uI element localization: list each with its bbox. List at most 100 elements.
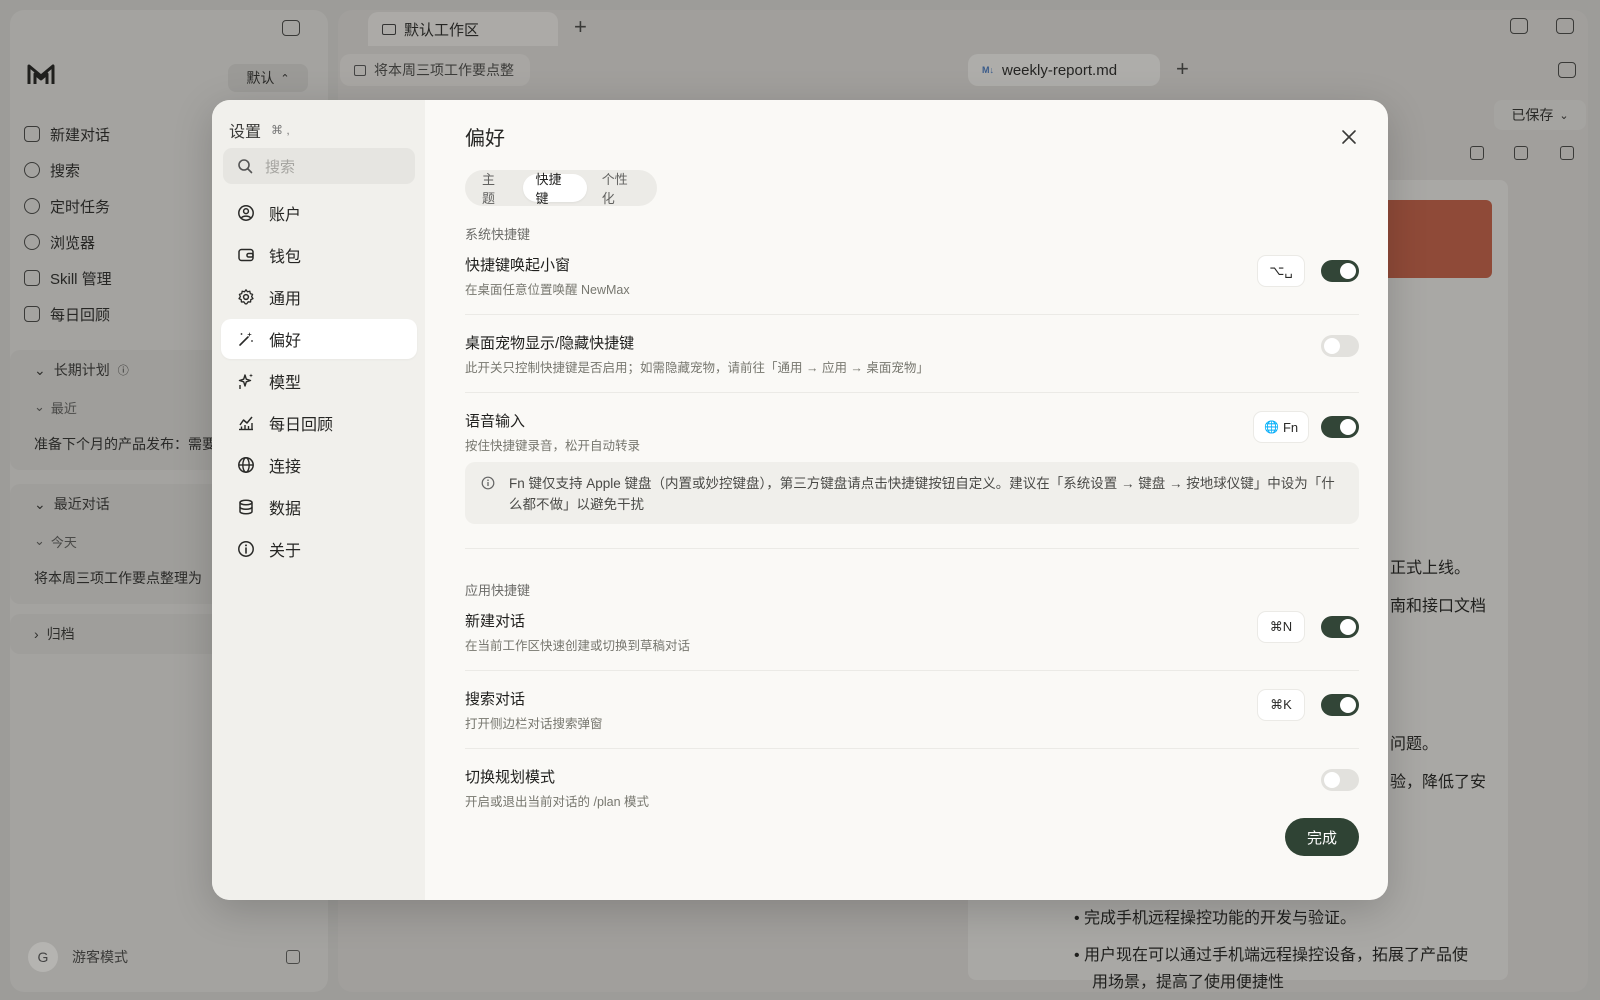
shortcut-toggle[interactable] — [1321, 335, 1359, 357]
download-icon[interactable] — [1514, 146, 1528, 160]
shortcut-toggle[interactable] — [1321, 260, 1359, 282]
tab-personalization[interactable]: 个性化 — [589, 172, 653, 206]
tab-document[interactable]: M↓ weekly-report.md — [968, 54, 1160, 86]
search-icon — [238, 159, 253, 174]
settings-modal: 设置 ⌘ , 搜索 账户 钱包 通用 偏好 模型 每日回顾 连接 数据 关于 偏… — [212, 100, 1388, 900]
settings-nav-about[interactable]: 关于 — [221, 529, 417, 569]
settings-nav-daily-review[interactable]: 每日回顾 — [221, 403, 417, 443]
workspace-select-label: 默认 — [246, 70, 275, 86]
nav-new-chat[interactable]: 新建对话 — [24, 116, 112, 152]
settings-nav-account[interactable]: 账户 — [221, 193, 417, 233]
nav-search[interactable]: 搜索 — [24, 152, 112, 188]
group-title: 最近对话 — [53, 496, 110, 512]
shortcut-title: 切换规划模式 — [465, 769, 556, 786]
chevron-right-icon: › — [34, 626, 39, 642]
settings-shortcut-hint: ⌘ , — [271, 123, 290, 137]
settings-nav-label: 账户 — [269, 207, 302, 224]
search-placeholder: 搜索 — [265, 158, 296, 176]
shortcut-title: 快捷键唤起小窗 — [465, 257, 571, 274]
nav-scheduled[interactable]: 定时任务 — [24, 188, 112, 224]
settings-nav: 账户 钱包 通用 偏好 模型 每日回顾 连接 数据 关于 — [221, 193, 417, 571]
shortcut-key-button[interactable]: ⌘N — [1257, 611, 1305, 643]
open-external-icon[interactable] — [1558, 62, 1576, 78]
user-circle-icon — [238, 205, 254, 221]
chevron-down-icon: ⌄ — [34, 399, 45, 414]
settings-nav-preferences[interactable]: 偏好 — [221, 319, 417, 359]
workspace-select[interactable]: 默认 ⌃ — [228, 64, 308, 92]
code-icon[interactable] — [1470, 146, 1484, 160]
list-item-label: 准备下个月的产品发布：需要 — [34, 436, 216, 452]
shortcut-row: 新建对话 在当前工作区快速创建或切换到草稿对话 — [465, 610, 1359, 654]
sidebar-toggle-icon[interactable] — [282, 20, 300, 36]
shortcut-title: 桌面宠物显示/隐藏快捷键 — [465, 335, 635, 352]
chevron-updown-icon: ⌃ — [280, 72, 290, 85]
settings-search-input[interactable]: 搜索 — [223, 148, 415, 184]
info-text: Fn 键仅支持 Apple 键盘（内置或妙控键盘），第三方键盘请点击快捷键按钮自… — [509, 476, 1335, 512]
settings-nav-wallet[interactable]: 钱包 — [221, 235, 417, 275]
add-tab-icon[interactable]: + — [574, 16, 587, 38]
close-icon[interactable] — [1338, 126, 1360, 148]
settings-nav-label: 偏好 — [269, 333, 302, 350]
done-button[interactable]: 完成 — [1285, 818, 1359, 856]
nav-daily[interactable]: 每日回顾 — [24, 296, 112, 332]
doc-line: 正式上线。 — [1390, 560, 1471, 577]
shortcut-desc: 按住快捷键录音，松开自动转录 — [465, 439, 641, 453]
settings-nav-data[interactable]: 数据 — [221, 487, 417, 527]
shortcut-row: 搜索对话 打开侧边栏对话搜索弹窗 — [465, 688, 1359, 732]
saved-status[interactable]: 已保存 ⌄ — [1494, 100, 1586, 130]
feedback-icon[interactable] — [286, 950, 300, 964]
add-doc-tab-icon[interactable]: + — [1176, 58, 1189, 80]
chevron-down-icon: ⌄ — [34, 533, 45, 548]
doc-line: 验，降低了安 — [1390, 774, 1487, 791]
tab-theme[interactable]: 主题 — [469, 172, 521, 206]
settings-nav-general[interactable]: 通用 — [221, 277, 417, 317]
nav-label: Skill 管理 — [50, 270, 112, 288]
window-icon[interactable] — [1510, 18, 1528, 34]
settings-title: 设置 ⌘ , — [229, 118, 290, 142]
settings-nav-label: 关于 — [269, 543, 302, 560]
info-icon — [481, 476, 495, 490]
nav-label: 新建对话 — [50, 126, 111, 144]
nav-label: 每日回顾 — [50, 306, 111, 324]
browser-icon — [24, 234, 40, 250]
panel-toggle-icon[interactable] — [1556, 18, 1574, 34]
shortcut-key-button[interactable]: 🌐 Fn — [1253, 411, 1310, 443]
group-sub-title: 今天 — [50, 534, 77, 550]
shortcut-key-button[interactable]: ⌥␣ — [1257, 255, 1305, 287]
settings-nav-models[interactable]: 模型 — [221, 361, 417, 401]
shortcut-toggle[interactable] — [1321, 616, 1359, 638]
divider — [465, 548, 1359, 549]
shortcut-desc: 开启或退出当前对话的 /plan 模式 — [465, 795, 650, 809]
app-logo — [27, 64, 55, 84]
nav-label: 定时任务 — [50, 198, 111, 216]
guest-label: 游客模式 — [72, 949, 128, 965]
nav-skill[interactable]: Skill 管理 — [24, 260, 112, 296]
doc-line: • 完成手机远程操控功能的开发与验证。 — [1074, 910, 1357, 927]
shortcut-toggle[interactable] — [1321, 769, 1359, 791]
section-system-shortcuts: 系统快捷键 — [465, 227, 531, 242]
group-title: 归档 — [46, 626, 75, 642]
shortcut-toggle[interactable] — [1321, 416, 1359, 438]
divider — [465, 670, 1359, 671]
app-nav: 新建对话 搜索 定时任务 浏览器 Skill 管理 每日回顾 — [24, 116, 112, 332]
database-icon — [239, 499, 253, 515]
globe-icon: 🌐 — [1264, 420, 1279, 434]
doc-line: 用场景，提高了使用便捷性 — [1092, 974, 1285, 991]
divider — [465, 314, 1359, 315]
guest-mode[interactable]: G 游客模式 — [28, 942, 128, 972]
copy-icon[interactable] — [1560, 146, 1574, 160]
nav-browser[interactable]: 浏览器 — [24, 224, 112, 260]
tab-chat[interactable]: 将本周三项工作要点整 — [340, 54, 530, 86]
settings-nav-connections[interactable]: 连接 — [221, 445, 417, 485]
doc-line-text: 完成手机远程操控功能的开发与验证。 — [1084, 910, 1357, 927]
shortcut-key-button[interactable]: ⌘K — [1257, 689, 1305, 721]
tab-label: weekly-report.md — [1002, 61, 1118, 79]
wallet-icon — [238, 248, 254, 262]
chat-icon — [354, 64, 366, 76]
globe-icon — [238, 457, 254, 473]
shortcut-toggle[interactable] — [1321, 694, 1359, 716]
doc-line: 南和接口文档 — [1390, 598, 1487, 615]
chart-icon — [24, 306, 40, 322]
tab-shortcuts[interactable]: 快捷键 — [522, 172, 587, 206]
tab-workspace[interactable]: 默认工作区 — [368, 12, 558, 46]
